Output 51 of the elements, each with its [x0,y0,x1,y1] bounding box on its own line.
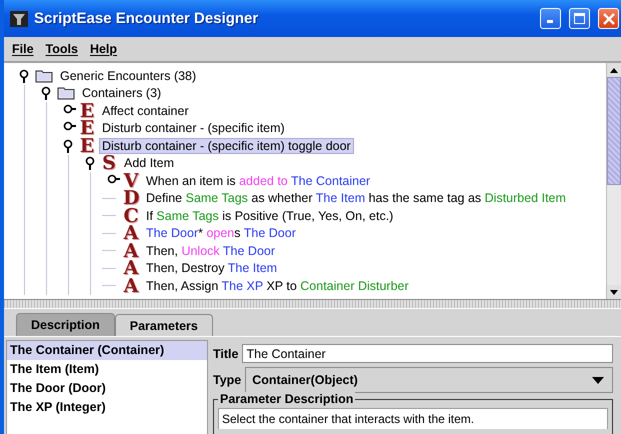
tree-node-label[interactable]: Generic Encounters (38) [57,68,200,84]
tree-node-label[interactable]: Containers (3) [79,85,164,102]
maximize-button[interactable] [569,8,590,29]
tab[interactable]: Description [16,313,115,336]
node-type-icon: E [79,120,95,136]
scroll-up-icon[interactable] [610,68,618,72]
node-type-icon: A [123,225,139,242]
field-label: Title [213,346,238,360]
type-dropdown[interactable]: Container(Object) [245,367,613,393]
tree-node-label[interactable]: Disturb container - (specific item) toggle door [99,138,354,154]
parameter-item[interactable]: The XP (Integer) [7,398,207,417]
node-type-icon: A [123,278,139,294]
maximize-icon [574,13,585,24]
menu-item[interactable]: Tools [46,42,78,56]
tree-node-label[interactable]: When an item is added to The Container [143,172,374,189]
menu-item[interactable]: File [12,42,34,56]
node-type-icon: S [101,155,117,172]
field-label: Type [213,373,242,387]
tab[interactable]: Parameters [114,314,213,336]
parameter-item[interactable]: The Door (Door) [7,379,207,398]
title-field[interactable]: The Container [242,344,613,363]
scroll-down-icon[interactable] [610,290,618,294]
tree-node-label[interactable]: Add Item [121,155,178,172]
app-icon [10,10,28,26]
tree-node-label[interactable]: The Door* opens The Door [143,225,299,242]
node-type-icon: A [123,260,139,276]
node-type-icon: A [123,242,139,259]
window-title: ScriptEase Encounter Designer [34,10,260,27]
close-icon [602,12,614,24]
tree-node-label[interactable]: Then, Unlock The Door [143,242,278,259]
node-type-icon: C [123,208,139,224]
menu-item[interactable]: Help [90,42,118,56]
node-type-icon: D [123,190,139,206]
tree-node-label[interactable]: Then, Assign The XP XP to Container Disturber [143,278,412,294]
node-type-icon: V [123,172,139,189]
group-title: Parameter Description [218,392,356,406]
caret-icon [592,376,604,384]
tree-node-label[interactable]: If Same Tags is Positive (True, Yes, On, etc.) [143,208,396,224]
parameter-item[interactable]: The Container (Container) [7,341,207,360]
node-type-icon: E [79,138,95,154]
tree-node-label[interactable]: Define Same Tags as whether The Item has the same tag as Disturbed Item [143,190,569,206]
tree-node-label[interactable]: Affect container [99,102,192,119]
node-type-icon: E [79,102,95,119]
scroll-thumb[interactable] [607,77,621,185]
description-text: Select the container that interacts with the item. [218,408,608,429]
close-button[interactable] [598,8,619,29]
parameter-item[interactable]: The Item (Item) [7,360,207,379]
minimize-button[interactable] [540,8,561,29]
scrollbar[interactable] [606,63,621,299]
tree-node-label[interactable]: Then, Destroy The Item [143,260,280,276]
tree-node-label[interactable]: Disturb container - (specific item) [99,120,288,136]
